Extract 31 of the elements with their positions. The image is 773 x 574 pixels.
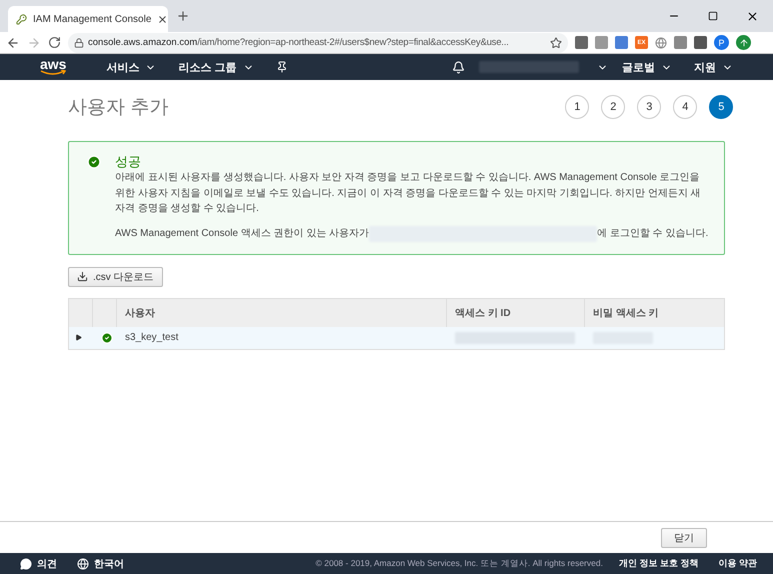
column-header: 비밀 액세스 키 [592,306,660,320]
footer-link[interactable]: 개인 정보 보호 정책 [618,557,698,570]
address-bar[interactable]: console.aws.amazon.com/iam/home?region=ap-northeast-2#/users$new?step=final&accessKey&use... [68,32,568,52]
step-indicator[interactable]: 3 [637,95,662,119]
nav-menu[interactable]: 리소스 그룹 [178,60,254,74]
alert-title: 성공 [115,154,142,170]
aws-logo[interactable]: aws [40,58,66,70]
support-menu[interactable]: 지원 [694,60,733,74]
login-text: 에 로그인할 수 있습니다. [597,226,708,241]
page-title: 사용자 추가 [68,96,168,120]
step-indicator[interactable]: 4 [673,95,698,119]
feedback-link[interactable]: 의견 [20,556,57,570]
table-cell-text: s3_key_test [124,331,180,345]
step-indicator[interactable]: 1 [565,95,590,119]
footer-link[interactable]: 이용 약관 [718,557,757,570]
profile-avatar[interactable]: P [714,35,729,50]
language-selector[interactable]: 한국어 [77,556,124,570]
close-button[interactable]: 닫기 [661,528,707,548]
tab-title: IAM Management Console [33,14,152,24]
step-indicator[interactable]: 2 [601,95,626,119]
login-text: AWS Management Console 액세스 권한이 있는 사용자가 [115,226,370,241]
url-path: /iam/home?region=ap-northeast-2#/users$new?step=final&accessKey&use... [197,37,509,48]
browser-tab[interactable]: IAM Management Console [8,6,168,32]
download-csv-button[interactable]: .csv 다운로드 [68,266,163,286]
step-indicator[interactable]: 5 [709,95,734,119]
url-host: console.aws.amazon.com [88,37,198,48]
nav-menu[interactable]: 서비스 [106,60,156,74]
alert-message: 아래에 표시된 사용자를 생성했습니다. 사용자 보안 자격 증명을 보고 다운로드할 수 있습니다. AWS Management Console 로그인을 위한 사용자 지침을 이메일로 보낼 수도 있습니다. 지금이 이 자격 증명을 다운로드할 수 있는 마지막 기회입니다. 하지만 언제든지 새 자격 증명을 생성할 수 있습니다. [115,171,702,216]
copyright-text: © 2008 - 2019, Amazon Web Services, Inc. 또는 계열사. All rights reserved. [316,558,603,570]
table-row[interactable]: s3_key_test [69,326,724,348]
region-menu[interactable]: 글로벌 [622,60,672,74]
